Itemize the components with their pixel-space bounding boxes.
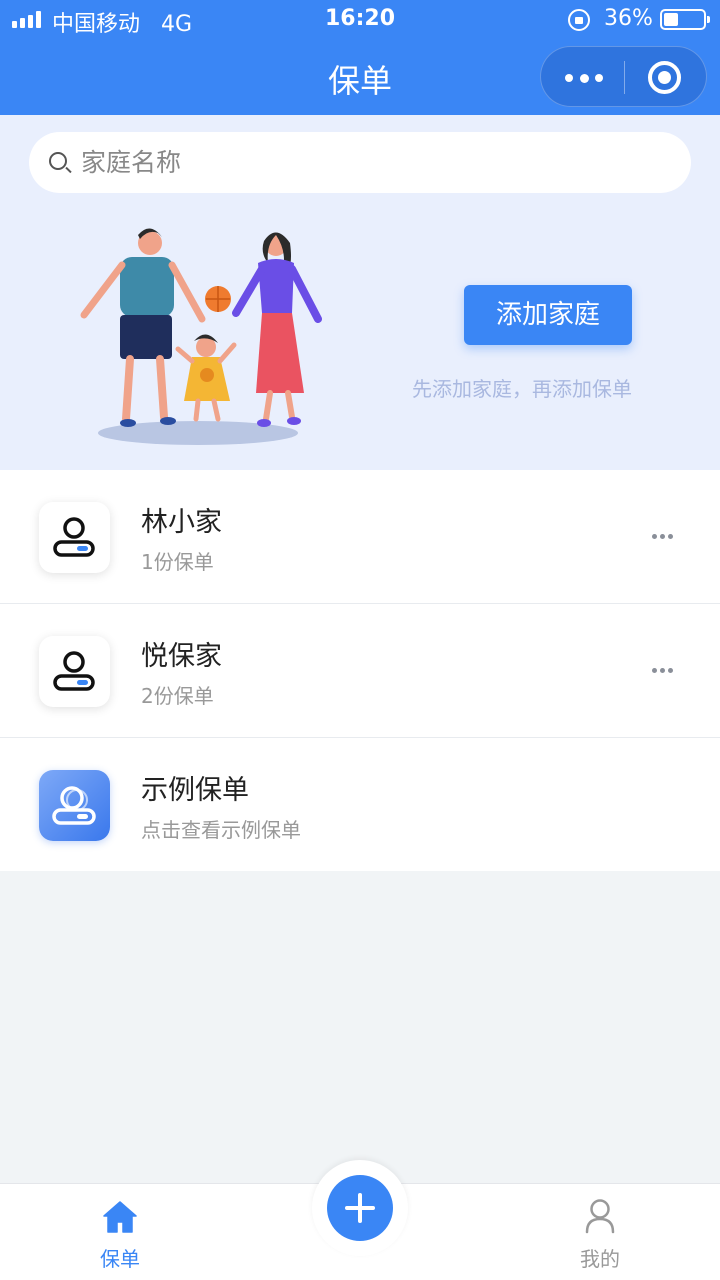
tab-policies-label: 保单 (100, 1247, 140, 1271)
search-bar[interactable] (29, 132, 691, 193)
family-avatar-icon (39, 636, 110, 707)
rotation-lock-icon (568, 9, 590, 31)
tab-policies[interactable]: 保单 (60, 1184, 180, 1280)
search-icon (49, 152, 67, 170)
hint-text: 先添加家庭，再添加保单 (412, 377, 632, 401)
family-name: 林小家 (141, 507, 222, 538)
family-illustration (80, 228, 322, 445)
family-list: 林小家 1份保单 悦保家 2份保单 示例保单 点击查看示例保单 (0, 470, 720, 871)
sample-policy-icon (39, 770, 110, 841)
more-options-icon[interactable] (652, 668, 674, 674)
add-family-button[interactable]: 添加家庭 (464, 285, 632, 345)
family-avatar-icon (39, 502, 110, 573)
policy-count: 2份保单 (141, 684, 214, 708)
search-input[interactable] (81, 132, 671, 193)
battery-icon (660, 9, 710, 30)
tab-mine[interactable]: 我的 (540, 1184, 660, 1280)
list-item-sample-policy[interactable]: 示例保单 点击查看示例保单 (0, 738, 720, 871)
battery-fill (664, 13, 678, 26)
home-icon (103, 1201, 137, 1233)
family-name: 悦保家 (141, 641, 222, 672)
sample-policy-title: 示例保单 (141, 775, 249, 806)
top-bar: 中国移动 4G 16:20 36% 保单 (0, 0, 720, 115)
tab-mine-label: 我的 (580, 1247, 620, 1271)
sample-policy-subtitle: 点击查看示例保单 (141, 818, 301, 842)
user-icon (585, 1199, 615, 1234)
add-button[interactable] (327, 1175, 393, 1241)
battery-percent: 36% (604, 6, 653, 31)
list-item-family-1[interactable]: 林小家 1份保单 (0, 470, 720, 604)
close-target-icon[interactable] (648, 61, 681, 94)
policy-count: 1份保单 (141, 550, 214, 574)
capsule-divider (624, 61, 625, 94)
more-options-icon[interactable] (652, 534, 674, 540)
hero-section: 添加家庭 先添加家庭，再添加保单 (0, 115, 720, 470)
list-item-family-2[interactable]: 悦保家 2份保单 (0, 604, 720, 738)
status-bar: 中国移动 4G 16:20 36% (0, 0, 720, 40)
miniprogram-capsule (540, 46, 707, 107)
more-dots-icon[interactable] (565, 73, 603, 83)
